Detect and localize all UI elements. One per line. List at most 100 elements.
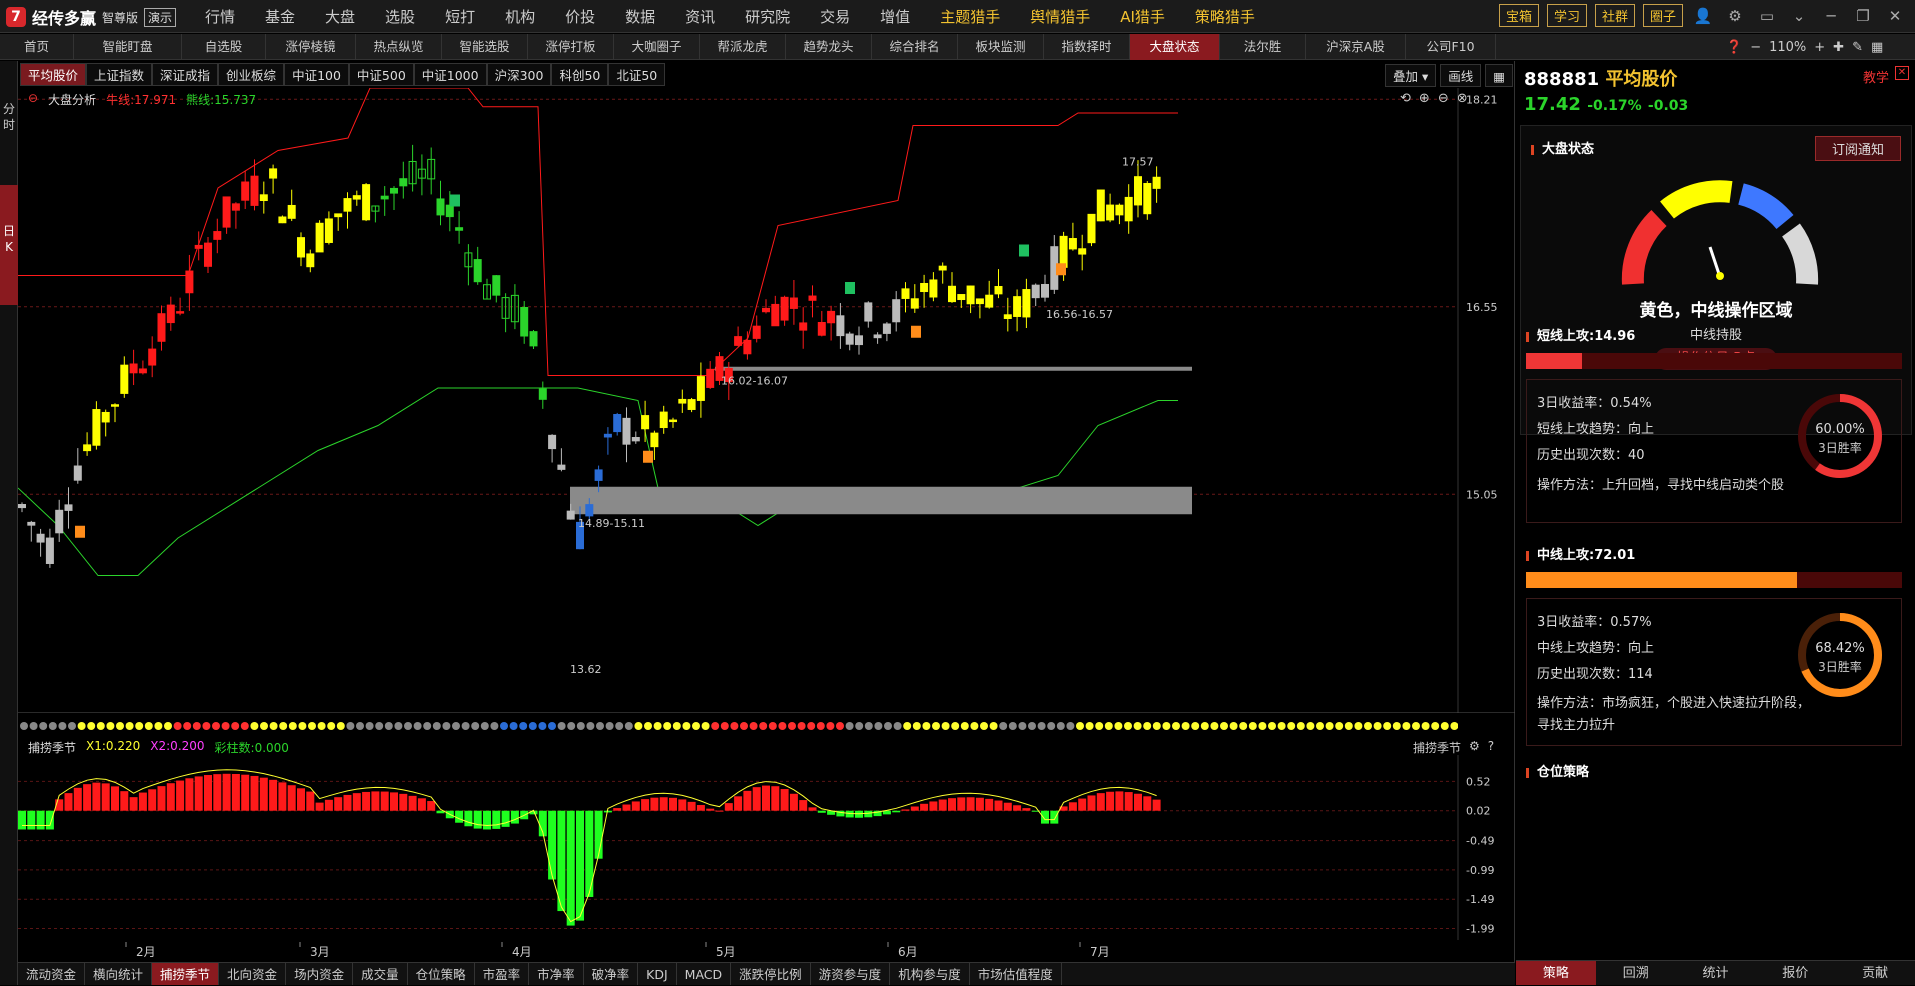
- nav-tab-12[interactable]: 指数择时: [1044, 34, 1130, 60]
- menu-item-4[interactable]: 短打: [430, 6, 490, 27]
- indicator-tab-4[interactable]: 场内资金: [286, 963, 354, 985]
- menu-item-10[interactable]: 交易: [805, 6, 865, 27]
- menu-item-11[interactable]: 增值: [865, 6, 925, 27]
- zoom-out-icon[interactable]: −: [1750, 40, 1761, 55]
- table-icon[interactable]: ▦: [1485, 64, 1514, 87]
- nav-tab-10[interactable]: 综合排名: [872, 34, 958, 60]
- draw-line-button[interactable]: 画线: [1440, 64, 1482, 87]
- menu-item-13[interactable]: 舆情猎手: [1015, 6, 1105, 27]
- indicator-tab-11[interactable]: MACD: [677, 963, 732, 985]
- oscillator-chart[interactable]: 0.52 0.02 -0.49 -0.99 -1.49 -1.99: [18, 755, 1515, 940]
- nav-tab-13[interactable]: 大盘状态: [1130, 34, 1220, 60]
- index-tab-6[interactable]: 中证1000: [413, 63, 487, 86]
- zoom-in-icon[interactable]: +: [1814, 40, 1825, 55]
- nav-tab-16[interactable]: 公司F10: [1406, 34, 1496, 60]
- nav-tab-8[interactable]: 帮派龙虎: [700, 34, 786, 60]
- nav-tab-1[interactable]: 智能盯盘: [74, 34, 182, 60]
- index-tab-1[interactable]: 上证指数: [86, 63, 153, 86]
- menu-item-5[interactable]: 机构: [490, 6, 550, 27]
- menu-item-8[interactable]: 资讯: [670, 6, 730, 27]
- add-icon[interactable]: ⊕: [1419, 91, 1430, 106]
- help-icon[interactable]: ❓: [1726, 40, 1742, 55]
- nav-tab-0[interactable]: 首页: [0, 34, 74, 60]
- minimize-icon[interactable]: ─: [1819, 5, 1843, 27]
- right-tab-3[interactable]: 报价: [1755, 961, 1835, 985]
- candlestick-chart[interactable]: 17.57 16.56-16.57 16.02-16.07 14.89-15.11 13…: [18, 88, 1515, 713]
- index-tab-0[interactable]: 平均股价: [20, 63, 87, 86]
- collapse-icon[interactable]: ⊖: [28, 91, 38, 108]
- right-tab-2[interactable]: 统计: [1676, 961, 1756, 985]
- nav-tab-14[interactable]: 法尔胜: [1220, 34, 1306, 60]
- nav-tab-7[interactable]: 大咖圈子: [614, 34, 700, 60]
- layout-icon[interactable]: ▭: [1755, 5, 1779, 27]
- menu-item-1[interactable]: 基金: [250, 6, 310, 27]
- index-tab-7[interactable]: 沪深300: [486, 63, 552, 86]
- close-icon[interactable]: ✕: [1883, 5, 1907, 27]
- menu-item-3[interactable]: 选股: [370, 6, 430, 27]
- nav-tab-6[interactable]: 涨停打板: [528, 34, 614, 60]
- close-icon[interactable]: ⊗: [1457, 91, 1468, 106]
- refresh-icon[interactable]: ⟲: [1400, 91, 1411, 106]
- close-icon[interactable]: ✕: [1895, 66, 1909, 80]
- circle-button[interactable]: 圈子: [1642, 4, 1683, 27]
- gear-icon[interactable]: ⚙: [1469, 739, 1480, 756]
- treasure-box-button[interactable]: 宝箱: [1498, 4, 1539, 27]
- index-tab-5[interactable]: 中证500: [348, 63, 414, 86]
- overlay-dropdown[interactable]: 叠加 ▾: [1385, 64, 1437, 87]
- teach-link[interactable]: 教学: [1863, 67, 1889, 86]
- indicator-tab-1[interactable]: 横向统计: [85, 963, 153, 985]
- period-tab-rik[interactable]: 日K: [0, 185, 18, 305]
- nav-tab-2[interactable]: 自选股: [182, 34, 266, 60]
- index-tab-4[interactable]: 中证100: [284, 63, 349, 86]
- nav-tab-9[interactable]: 趋势龙头: [786, 34, 872, 60]
- help-icon[interactable]: ?: [1488, 739, 1494, 756]
- chevron-down-icon[interactable]: ⌄: [1787, 5, 1811, 27]
- gear-icon[interactable]: ⚙: [1723, 5, 1747, 27]
- pen-icon[interactable]: ✎: [1852, 40, 1863, 55]
- right-tab-4[interactable]: 贡献: [1835, 961, 1915, 985]
- user-icon[interactable]: 👤: [1691, 5, 1715, 27]
- menu-item-14[interactable]: AI猎手: [1105, 6, 1180, 27]
- menu-item-15[interactable]: 策略猎手: [1180, 6, 1270, 27]
- subchart-tag[interactable]: 捕捞季节: [1413, 739, 1461, 756]
- indicator-tab-2[interactable]: 捕捞季节: [152, 963, 220, 985]
- indicator-tab-5[interactable]: 成交量: [353, 963, 408, 985]
- community-button[interactable]: 社群: [1594, 4, 1635, 27]
- menu-item-6[interactable]: 价投: [550, 6, 610, 27]
- indicator-tab-8[interactable]: 市净率: [529, 963, 584, 985]
- right-tab-0[interactable]: 策略: [1516, 961, 1596, 985]
- indicator-tab-7[interactable]: 市盈率: [475, 963, 530, 985]
- nav-tab-15[interactable]: 沪深京A股: [1306, 34, 1406, 60]
- index-tab-9[interactable]: 北证50: [608, 63, 666, 86]
- menu-item-0[interactable]: 行情: [190, 6, 250, 27]
- menu-item-9[interactable]: 研究院: [730, 6, 805, 27]
- right-tab-1[interactable]: 回溯: [1596, 961, 1676, 985]
- index-tab-3[interactable]: 创业板综: [218, 63, 285, 86]
- learn-button[interactable]: 学习: [1546, 4, 1587, 27]
- indicator-tab-9[interactable]: 破净率: [584, 963, 639, 985]
- indicator-tab-15[interactable]: 市场估值程度: [970, 963, 1062, 985]
- indicator-tab-0[interactable]: 流动资金: [18, 963, 86, 985]
- period-tab-fenshi[interactable]: 分时: [0, 101, 18, 133]
- menu-item-12[interactable]: 主题猎手: [925, 6, 1015, 27]
- menu-item-7[interactable]: 数据: [610, 6, 670, 27]
- remove-icon[interactable]: ⊖: [1438, 91, 1449, 106]
- indicator-tab-6[interactable]: 仓位策略: [408, 963, 475, 985]
- subscribe-button[interactable]: 订阅通知: [1814, 136, 1901, 161]
- grid-icon[interactable]: ▦: [1871, 40, 1883, 55]
- demo-badge[interactable]: 演示: [144, 7, 177, 27]
- nav-tab-5[interactable]: 智能选股: [442, 34, 528, 60]
- pin-icon[interactable]: ✚: [1833, 40, 1844, 55]
- indicator-tab-12[interactable]: 涨跌停比例: [731, 963, 811, 985]
- indicator-tab-10[interactable]: KDJ: [638, 963, 677, 985]
- nav-tab-3[interactable]: 涨停棱镜: [266, 34, 356, 60]
- nav-tab-4[interactable]: 热点纵览: [356, 34, 442, 60]
- nav-tab-11[interactable]: 板块监测: [958, 34, 1044, 60]
- menu-item-2[interactable]: 大盘: [310, 6, 370, 27]
- index-tab-8[interactable]: 科创50: [551, 63, 609, 86]
- indicator-tab-3[interactable]: 北向资金: [219, 963, 287, 985]
- index-tab-2[interactable]: 深证成指: [152, 63, 219, 86]
- indicator-tab-13[interactable]: 游资参与度: [811, 963, 891, 985]
- restore-icon[interactable]: ❐: [1851, 5, 1875, 27]
- indicator-tab-14[interactable]: 机构参与度: [890, 963, 970, 985]
